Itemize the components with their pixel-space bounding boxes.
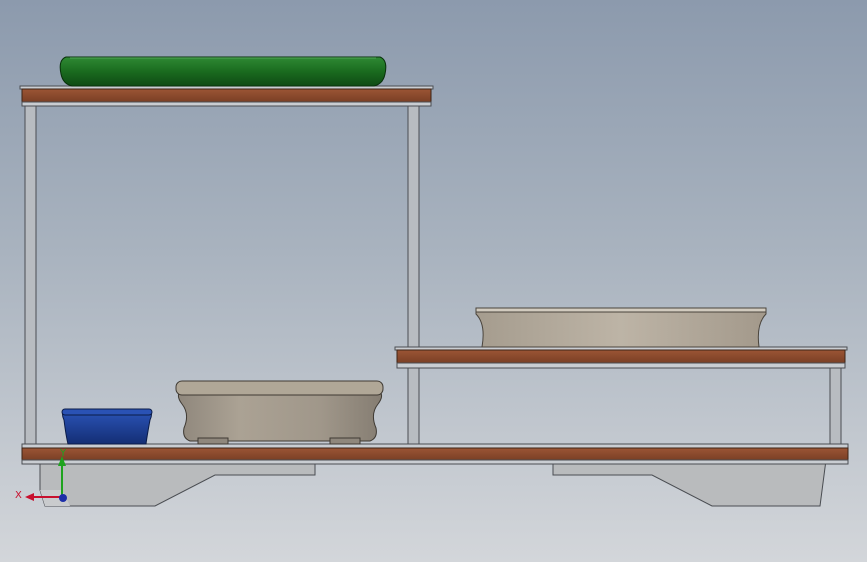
post-left[interactable]	[24, 103, 37, 445]
axis-z-dot	[59, 494, 67, 502]
stone-tray[interactable]	[475, 307, 767, 348]
model-viewport[interactable]: X Y	[0, 0, 867, 562]
axis-y-label: Y	[59, 448, 67, 459]
stone-pot[interactable]	[175, 380, 384, 445]
post-right[interactable]	[829, 367, 842, 445]
blue-pot[interactable]	[61, 408, 153, 445]
green-pot[interactable]	[59, 56, 387, 87]
bottom-shelf[interactable]	[21, 443, 849, 465]
base-foot-left[interactable]	[39, 459, 316, 507]
top-shelf[interactable]	[19, 85, 434, 107]
base-foot-right[interactable]	[552, 459, 827, 507]
model-scene[interactable]: X Y	[0, 0, 867, 562]
axis-x-label: X	[15, 490, 22, 501]
axis-x-arrow	[25, 493, 34, 501]
post-middle[interactable]	[407, 103, 420, 445]
middle-shelf[interactable]	[394, 346, 848, 369]
